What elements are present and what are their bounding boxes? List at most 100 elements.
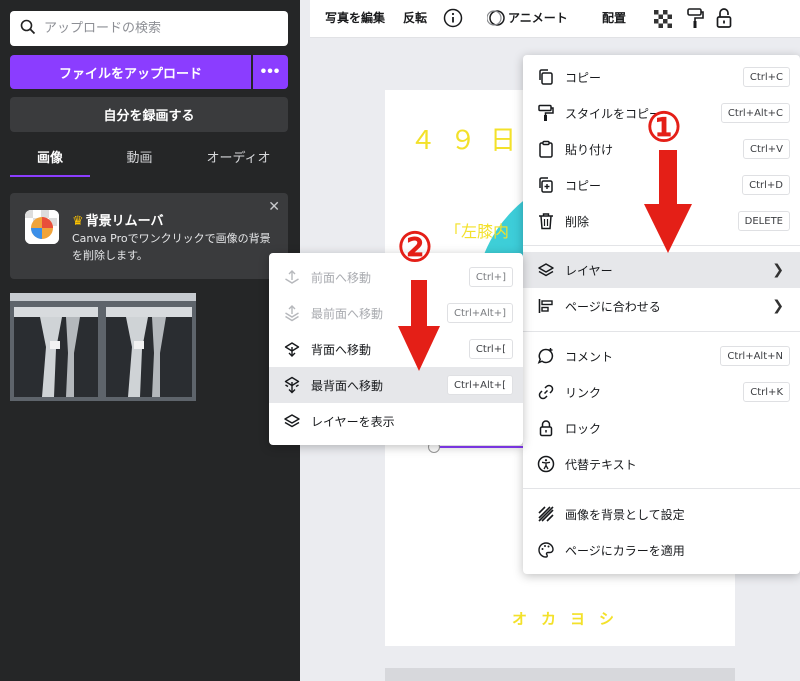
comment-icon <box>537 347 555 365</box>
menu-label: 前面へ移動 <box>311 271 372 285</box>
menu-item-bring-to-front[interactable]: 最前面へ移動 Ctrl+Alt+] <box>269 295 523 331</box>
more-options-button[interactable]: ••• <box>253 55 288 89</box>
promo-title: ♛ 背景リムーバ <box>72 210 164 229</box>
menu-item-lock[interactable]: ロック <box>523 410 800 446</box>
layers-icon <box>283 412 301 430</box>
lock-icon[interactable] <box>716 7 732 33</box>
shortcut-badge: Ctrl+Alt+C <box>720 103 790 123</box>
menu-label: コメント <box>565 350 614 364</box>
record-yourself-button[interactable]: 自分を録画する <box>10 97 288 132</box>
menu-label: 背面へ移動 <box>311 343 372 357</box>
info-icon[interactable] <box>443 8 463 32</box>
shortcut-badge: Ctrl+K <box>743 382 790 402</box>
send-to-back-icon <box>283 376 301 394</box>
send-backward-icon <box>283 340 301 358</box>
top-toolbar: 写真を編集 反転 アニメート 配置 <box>310 0 800 38</box>
menu-item-send-to-back[interactable]: 最背面へ移動 Ctrl+Alt+[ <box>269 367 523 403</box>
animate-button[interactable]: アニメート <box>508 9 568 26</box>
menu-item-bring-forward[interactable]: 前面へ移動 Ctrl+] <box>269 259 523 295</box>
align-page-icon <box>537 297 555 315</box>
shortcut-badge: Ctrl+D <box>742 175 790 195</box>
menu-label: コピー <box>565 179 602 193</box>
tab-audio[interactable]: オーディオ <box>189 143 288 177</box>
menu-label: 画像を背景として設定 <box>565 508 685 522</box>
transparency-icon[interactable] <box>654 10 672 32</box>
annotation-arrow-1 <box>644 150 692 253</box>
menu-label: 削除 <box>565 215 590 229</box>
paint-roller-icon[interactable] <box>686 7 704 33</box>
page-footer-text[interactable]: オカヨシ <box>512 608 628 629</box>
menu-label: 最背面へ移動 <box>311 379 384 393</box>
tab-videos[interactable]: 動画 <box>90 143 189 177</box>
chevron-right-icon: ❯ <box>772 298 784 314</box>
menu-label: リンク <box>565 386 602 400</box>
menu-item-align-to-page[interactable]: ページに合わせる ❯ <box>523 288 800 324</box>
selection-line <box>437 446 527 448</box>
uploaded-xray-thumbnail[interactable] <box>10 293 196 401</box>
menu-label: 貼り付け <box>565 143 614 157</box>
promo-title-text: 背景リムーバ <box>85 214 164 229</box>
media-tabs: 画像 動画 オーディオ <box>10 143 288 177</box>
search-input[interactable] <box>44 21 274 36</box>
menu-item-set-background[interactable]: 画像を背景として設定 <box>523 496 800 532</box>
menu-item-alt-text[interactable]: 代替テキスト <box>523 446 800 482</box>
crown-icon: ♛ <box>72 214 84 229</box>
background-remover-icon <box>25 210 59 244</box>
layer-submenu: 前面へ移動 Ctrl+] 最前面へ移動 Ctrl+Alt+] 背面へ移動 Ctr… <box>269 253 523 445</box>
palette-icon <box>537 541 555 559</box>
menu-item-show-layers[interactable]: レイヤーを表示 <box>269 403 523 439</box>
menu-divider <box>523 488 800 489</box>
bring-to-front-icon <box>283 304 301 322</box>
menu-label: ページに合わせる <box>565 300 661 314</box>
promo-description: Canva Proでワンクリックで画像の背景を削除します。 <box>72 232 271 262</box>
menu-divider <box>523 331 800 332</box>
annotation-step-1: ① <box>646 104 682 151</box>
tab-images[interactable]: 画像 <box>10 143 90 177</box>
shortcut-badge: DELETE <box>737 211 790 231</box>
search-box[interactable] <box>10 11 288 46</box>
shortcut-badge: Ctrl+V <box>742 139 790 159</box>
layers-icon <box>537 261 555 279</box>
clipboard-icon <box>537 140 555 158</box>
link-icon <box>537 383 555 401</box>
menu-label: レイヤー <box>565 264 613 278</box>
bring-forward-icon <box>283 268 301 286</box>
annotation-step-2: ② <box>397 224 433 271</box>
menu-label: ロック <box>565 422 602 436</box>
menu-item-apply-page-color[interactable]: ページにカラーを適用 <box>523 532 800 568</box>
shortcut-badge: Ctrl+] <box>468 267 513 287</box>
search-icon <box>20 19 36 39</box>
menu-item-comment[interactable]: コメント Ctrl+Alt+N <box>523 338 800 374</box>
paint-roller-icon <box>537 104 555 122</box>
menu-item-copy[interactable]: コピー Ctrl+C <box>523 59 800 95</box>
menu-label: 最前面へ移動 <box>311 307 384 321</box>
position-button[interactable]: 配置 <box>602 9 626 26</box>
menu-item-link[interactable]: リンク Ctrl+K <box>523 374 800 410</box>
chevron-right-icon: ❯ <box>772 262 784 278</box>
lock-icon <box>537 419 555 437</box>
duplicate-icon <box>537 176 555 194</box>
left-sidebar: ファイルをアップロード ••• 自分を録画する 画像 動画 オーディオ ♛背景リ… <box>0 0 300 681</box>
shortcut-badge: Ctrl+[ <box>468 339 513 359</box>
menu-label: コピー <box>565 71 602 85</box>
copy-icon <box>537 68 555 86</box>
shortcut-badge: Ctrl+Alt+N <box>720 346 790 366</box>
flip-button[interactable]: 反転 <box>403 9 427 26</box>
shortcut-badge: Ctrl+Alt+[ <box>447 375 513 395</box>
background-hatch-icon <box>537 505 555 523</box>
close-icon[interactable]: ✕ <box>268 199 280 215</box>
menu-item-layer[interactable]: レイヤー ❯ <box>523 252 800 288</box>
annotation-arrow-2 <box>398 280 440 371</box>
menu-item-send-backward[interactable]: 背面へ移動 Ctrl+[ <box>269 331 523 367</box>
accessibility-icon <box>537 455 555 473</box>
page-subheading[interactable]: 「左膝内 <box>445 218 509 242</box>
edit-photo-button[interactable]: 写真を編集 <box>325 9 385 26</box>
next-page-preview[interactable] <box>385 668 735 681</box>
menu-label: レイヤーを表示 <box>311 415 395 429</box>
trash-icon <box>537 212 555 230</box>
menu-label: 代替テキスト <box>565 458 637 472</box>
shortcut-badge: Ctrl+Alt+] <box>447 303 513 323</box>
background-remover-promo[interactable]: ♛ 背景リムーバ Canva Proでワンクリックで画像の背景を削除します。 ✕ <box>10 193 288 279</box>
animate-icon[interactable] <box>486 8 505 32</box>
upload-file-button[interactable]: ファイルをアップロード <box>10 55 251 89</box>
